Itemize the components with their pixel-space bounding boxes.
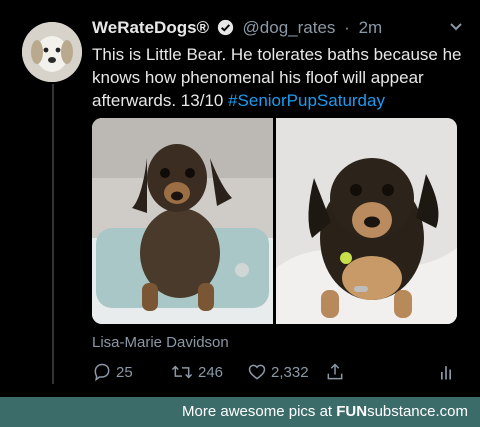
time-separator: · <box>344 18 350 37</box>
brand-fun: FUN <box>336 403 368 420</box>
banner-text: More awesome pics at FUNsubstance.com <box>182 403 468 420</box>
retweet-button[interactable]: 246 <box>170 362 223 382</box>
analytics-icon <box>441 366 451 380</box>
chevron-down-icon[interactable] <box>448 18 464 39</box>
brand-domain: .com <box>435 403 468 420</box>
media-photo-bath[interactable] <box>92 118 273 324</box>
media-photo-bed[interactable] <box>276 118 457 324</box>
photo-credit[interactable]: Lisa-Marie Davidson <box>92 334 229 351</box>
avatar[interactable] <box>22 22 82 82</box>
hashtag-link[interactable]: #SeniorPupSaturday <box>228 91 385 110</box>
timestamp[interactable]: 2m <box>359 18 383 37</box>
analytics-button[interactable] <box>438 362 454 382</box>
brand-substance: substance <box>367 403 436 420</box>
like-count: 2,332 <box>271 363 309 381</box>
reply-count: 25 <box>116 363 133 381</box>
avatar-dog-image <box>22 22 82 82</box>
share-icon <box>327 363 343 380</box>
like-button[interactable]: 2,332 <box>247 362 309 382</box>
media-grid <box>92 118 457 324</box>
banner-prefix: More awesome pics at <box>182 403 337 420</box>
verified-badge-icon <box>217 19 234 41</box>
site-banner[interactable]: More awesome pics at FUNsubstance.com <box>0 397 480 427</box>
retweet-count: 246 <box>198 363 224 381</box>
tweet-text: This is Little Bear. He tolerates baths … <box>92 43 472 112</box>
display-name[interactable]: WeRateDogs® <box>92 18 209 37</box>
retweet-icon <box>171 365 193 379</box>
handle[interactable]: @dog_rates <box>243 18 336 37</box>
reply-button[interactable]: 25 <box>92 362 133 382</box>
share-button[interactable] <box>325 362 345 382</box>
action-bar: 25 246 2,332 <box>92 362 462 386</box>
thread-line <box>52 84 54 384</box>
tweet-header: WeRateDogs® @dog_rates · 2m <box>92 18 470 42</box>
reply-icon <box>94 363 110 382</box>
like-icon <box>248 364 266 380</box>
